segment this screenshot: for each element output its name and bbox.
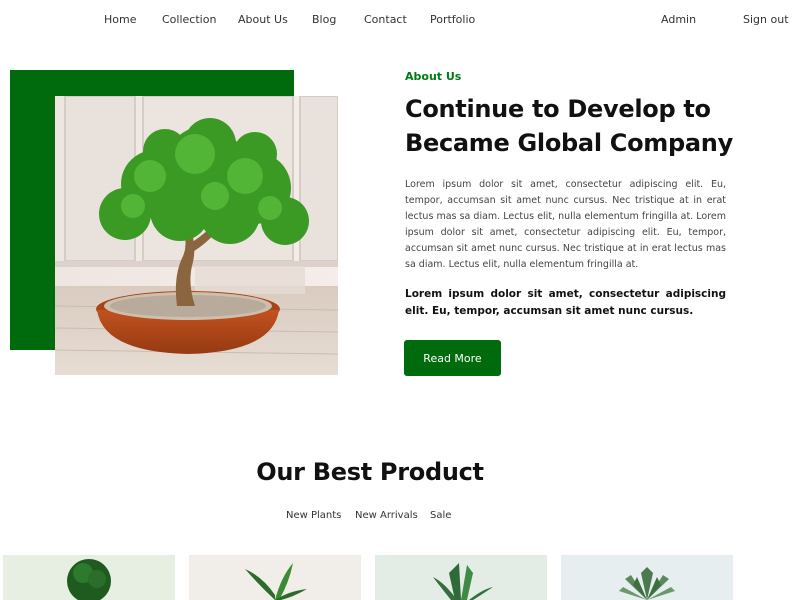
leafy-plant-image	[245, 563, 307, 600]
tab-new-arrivals[interactable]: New Arrivals	[355, 510, 418, 521]
tab-sale[interactable]: Sale	[430, 510, 451, 521]
nav-admin[interactable]: Admin	[661, 13, 696, 26]
nav-blog[interactable]: Blog	[312, 13, 336, 26]
nav-contact[interactable]: Contact	[364, 13, 407, 26]
nav-sign-out[interactable]: Sign out	[743, 13, 789, 26]
topiary-plant-image	[67, 559, 111, 600]
products-section-title: Our Best Product	[256, 458, 484, 486]
nav-collection[interactable]: Collection	[162, 13, 216, 26]
nav-portfolio[interactable]: Portfolio	[430, 13, 475, 26]
top-nav: Home Collection About Us Blog Contact Po…	[0, 0, 800, 40]
hero-bold-text: Lorem ipsum dolor sit amet, consectetur …	[405, 288, 726, 317]
product-card[interactable]	[189, 555, 361, 600]
read-more-button[interactable]: Read More	[404, 340, 501, 376]
nav-about-us[interactable]: About Us	[238, 13, 288, 26]
product-card[interactable]	[3, 555, 175, 600]
hero-title: Continue to Develop to Became Global Com…	[405, 95, 733, 157]
snake-plant-image	[433, 563, 493, 600]
succulent-plant-image	[619, 567, 675, 600]
nav-home[interactable]: Home	[104, 13, 136, 26]
section-eyebrow-about-us: About Us	[405, 70, 462, 83]
bonsai-tree-image	[55, 96, 338, 375]
product-filter-tabs: New Plants New Arrivals Sale	[0, 510, 740, 530]
product-card[interactable]	[375, 555, 547, 600]
hero-body-text: Lorem ipsum dolor sit amet, consectetur …	[405, 179, 726, 271]
tab-new-plants[interactable]: New Plants	[286, 510, 341, 521]
product-card[interactable]	[561, 555, 733, 600]
